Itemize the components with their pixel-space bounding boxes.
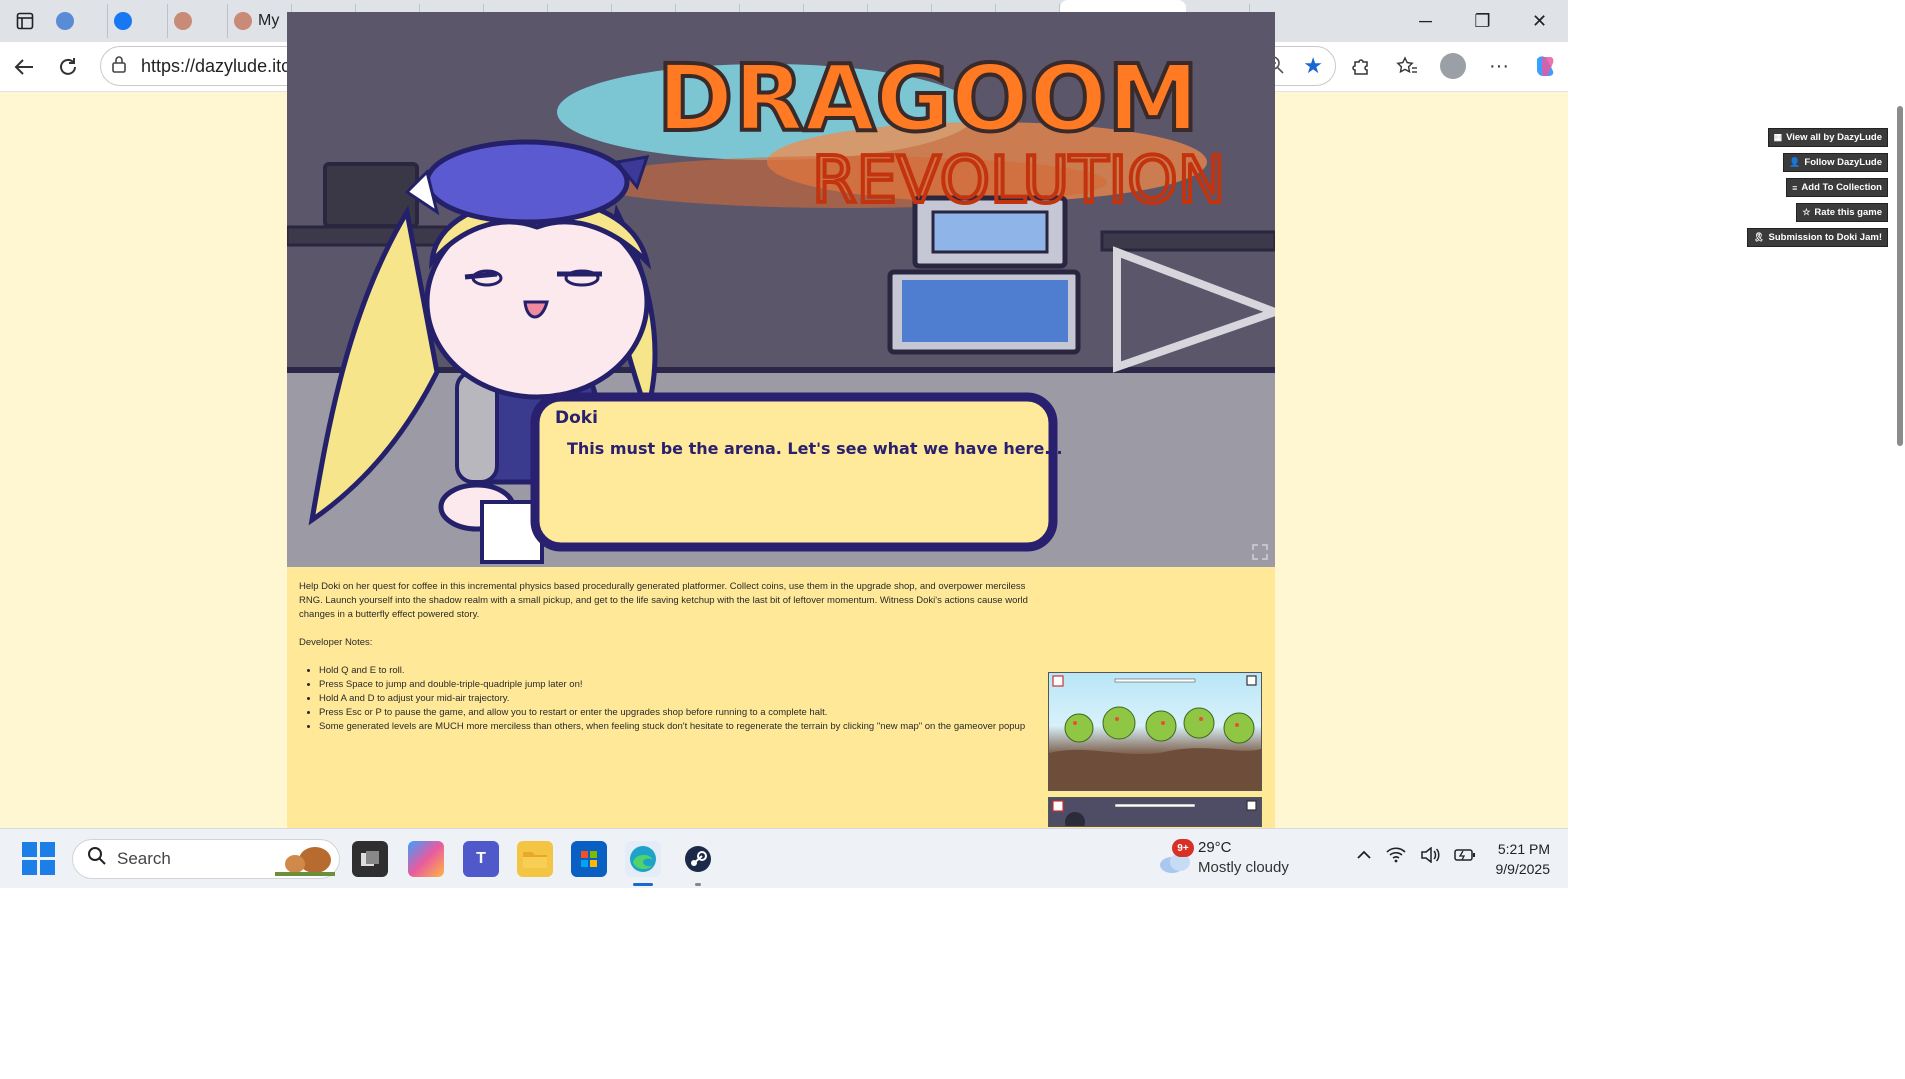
- side-button[interactable]: ☆ Rate this game: [1796, 203, 1888, 222]
- tab-label: My: [258, 12, 280, 29]
- game-description: Help Doki on her quest for coffee in thi…: [299, 580, 1041, 734]
- more-menu-icon[interactable]: ···: [1476, 55, 1522, 78]
- file-explorer-icon[interactable]: [517, 841, 553, 877]
- side-button-label: Submission to Doki Jam!: [1768, 232, 1883, 243]
- wattpad-icon: [174, 12, 192, 30]
- add-collection-icon: ≡: [1792, 182, 1798, 193]
- dialog-box: [530, 392, 1058, 552]
- side-button[interactable]: 🎗 Submission to Doki Jam!: [1747, 228, 1888, 247]
- steam-icon[interactable]: [680, 841, 716, 886]
- restore-button[interactable]: ❐: [1454, 0, 1511, 42]
- wifi-icon[interactable]: [1386, 847, 1406, 868]
- browser-tab[interactable]: [108, 4, 168, 38]
- side-button[interactable]: ≡ Add To Collection: [1786, 178, 1888, 197]
- game-logo-subtitle: REVOLUTION: [812, 144, 1225, 218]
- dev-note-item: Press Space to jump and double-triple-qu…: [319, 678, 1041, 692]
- follow-icon: 👤: [1789, 157, 1801, 167]
- page-scrollbar[interactable]: [1893, 92, 1905, 828]
- task-view-icon[interactable]: [352, 841, 388, 877]
- favorite-star-icon[interactable]: ★: [1303, 53, 1323, 79]
- dialog-text: This must be the arena. Let's see what w…: [567, 439, 1063, 458]
- show-hidden-icons-chevron-icon[interactable]: [1356, 847, 1372, 868]
- dialog-speaker-name: Doki: [555, 408, 598, 428]
- volume-icon[interactable]: [1420, 846, 1440, 868]
- battery-icon[interactable]: [1454, 847, 1476, 868]
- ribbon-icon: 🎗: [1753, 232, 1765, 242]
- dev-notes-list: Hold Q and E to roll.Press Space to jump…: [299, 664, 1041, 734]
- back-arrow-icon: [14, 58, 33, 75]
- scrollbar-thumb[interactable]: [1897, 106, 1903, 446]
- dev-note-item: Hold A and D to adjust your mid-air traj…: [319, 692, 1041, 706]
- close-window-button[interactable]: ✕: [1511, 0, 1568, 42]
- clock-time: 5:21 PM: [1497, 841, 1550, 857]
- side-button-label: View all by DazyLude: [1786, 132, 1882, 143]
- browser-tab[interactable]: My: [228, 4, 292, 38]
- favorites-icon[interactable]: [1384, 56, 1430, 76]
- weather-temperature: 29°C: [1198, 839, 1232, 856]
- side-button-label: Follow DazyLude: [1804, 157, 1882, 168]
- windows-taskbar: Search T 9+ 29°C Mostly cloudy 5:21 PM 9…: [0, 828, 1568, 888]
- browser-tab[interactable]: [168, 4, 228, 38]
- dev-note-item: Some generated levels are MUCH more merc…: [319, 720, 1041, 734]
- taskbar-search[interactable]: Search: [72, 839, 340, 879]
- microsoft-store-icon[interactable]: [571, 841, 607, 877]
- dev-notes-heading: Developer Notes:: [299, 637, 373, 648]
- tab-actions-button[interactable]: [0, 0, 50, 42]
- back-button[interactable]: [2, 47, 46, 87]
- site-info-lock-icon[interactable]: [111, 55, 135, 77]
- messenger-icon: [114, 12, 132, 30]
- system-tray: [1356, 846, 1476, 868]
- screenshot-thumbnail[interactable]: [1048, 797, 1262, 832]
- start-button[interactable]: [22, 842, 56, 876]
- edge-browser-icon[interactable]: [625, 841, 661, 886]
- refresh-icon: [60, 57, 76, 75]
- description-text: Help Doki on her quest for coffee in thi…: [299, 581, 1028, 620]
- game-logo-title: DRAGOOM: [657, 45, 1199, 152]
- wattpad-icon: [234, 12, 252, 30]
- side-button-label: Rate this game: [1814, 207, 1882, 218]
- side-button[interactable]: 👤 Follow DazyLude: [1783, 153, 1888, 172]
- dev-note-item: Hold Q and E to roll.: [319, 664, 1041, 678]
- game-embed[interactable]: DRAGOOM REVOLUTION Doki This must be the…: [287, 12, 1275, 567]
- dev-note-item: Press Esc or P to pause the game, and al…: [319, 706, 1041, 720]
- star-icon: ☆: [1802, 207, 1811, 217]
- extensions-icon[interactable]: [1338, 56, 1384, 76]
- system-clock[interactable]: 5:21 PM 9/9/2025: [1496, 839, 1551, 879]
- notification-badge: 9+: [1172, 839, 1194, 857]
- refresh-button[interactable]: [46, 47, 90, 87]
- minimize-button[interactable]: ─: [1397, 0, 1454, 42]
- weather-condition: Mostly cloudy: [1198, 859, 1289, 876]
- side-button-label: Add To Collection: [1801, 182, 1882, 193]
- search-placeholder: Search: [117, 849, 171, 868]
- clock-date: 9/9/2025: [1495, 861, 1551, 877]
- grid-icon: ▦: [1773, 132, 1783, 142]
- copilot-taskbar-icon[interactable]: [408, 841, 444, 877]
- search-icon: [56, 12, 74, 30]
- game-canvas[interactable]: DRAGOOM REVOLUTION Doki This must be the…: [287, 12, 1275, 567]
- search-highlight-squirrel-icon: [275, 842, 335, 883]
- teams-icon[interactable]: T: [463, 841, 499, 877]
- profile-avatar[interactable]: [1430, 53, 1476, 79]
- tab-actions-icon: [16, 12, 34, 30]
- screenshot-thumbnail[interactable]: [1048, 672, 1262, 791]
- itch-side-buttons: ▦ View all by DazyLude 👤 Follow DazyLude ≡ Ad…: [1747, 128, 1888, 247]
- weather-widget[interactable]: 9+ 29°C Mostly cloudy: [1158, 839, 1328, 881]
- copilot-icon[interactable]: [1522, 53, 1568, 79]
- browser-tab[interactable]: [50, 4, 108, 38]
- search-icon: [87, 846, 107, 872]
- side-button[interactable]: ▦ View all by DazyLude: [1767, 128, 1888, 147]
